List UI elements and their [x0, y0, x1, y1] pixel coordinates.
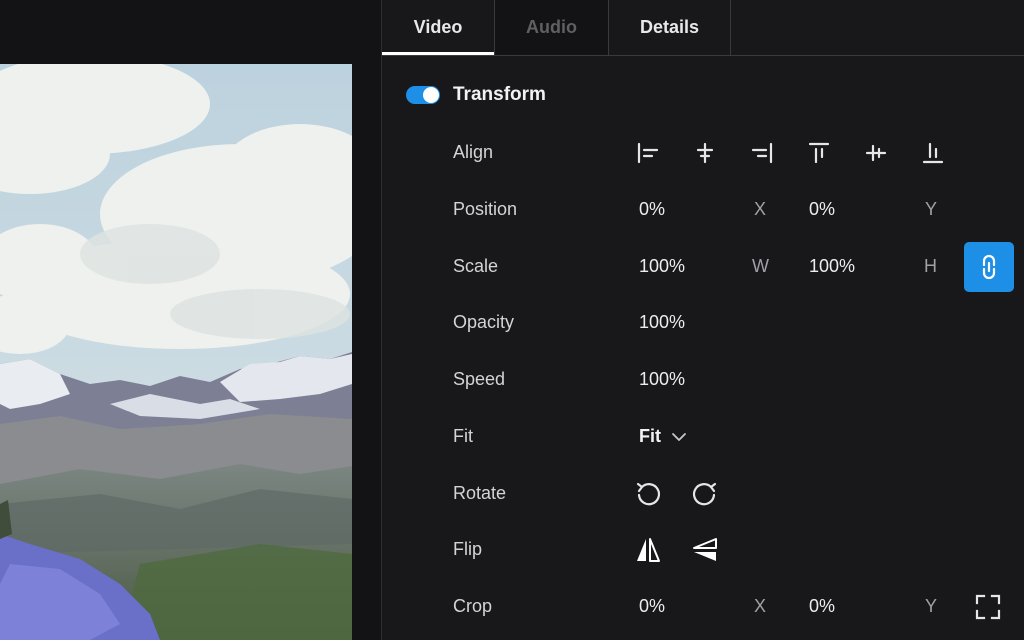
tab-details[interactable]: Details: [609, 0, 731, 55]
rotate-left-icon[interactable]: [633, 479, 663, 509]
tab-audio[interactable]: Audio: [495, 0, 609, 55]
speed-label: Speed: [453, 369, 506, 389]
scale-height-axis-label: H: [924, 256, 937, 276]
opacity-row: Opacity 100%: [453, 308, 1013, 338]
tabs-underline: [382, 55, 1024, 56]
crop-x-input[interactable]: 0%: [639, 596, 665, 617]
section-title: Transform: [453, 84, 546, 105]
video-preview-area: [0, 0, 382, 640]
panel-tabs: Video Audio Details: [382, 0, 731, 55]
align-label: Align: [453, 142, 494, 162]
scale-width-input[interactable]: 100%: [639, 256, 685, 277]
link-icon[interactable]: [964, 242, 1014, 292]
align-top-icon[interactable]: [804, 138, 834, 168]
position-x-axis-label: X: [754, 199, 767, 219]
chevron-down-icon: [672, 432, 686, 441]
video-frame-image: [0, 64, 352, 640]
crop-label: Crop: [453, 596, 493, 616]
crop-y-axis-label: Y: [925, 596, 938, 616]
position-x-input[interactable]: 0%: [639, 199, 665, 220]
fit-row: Fit Fit: [453, 422, 1013, 452]
align-center-horizontal-icon[interactable]: [690, 138, 720, 168]
align-right-icon[interactable]: [747, 138, 777, 168]
opacity-label: Opacity: [453, 312, 515, 332]
align-middle-vertical-icon[interactable]: [861, 138, 891, 168]
tab-video[interactable]: Video: [382, 0, 495, 55]
crop-row: Crop 0% X 0% Y: [453, 592, 1013, 622]
position-label: Position: [453, 199, 518, 219]
properties-panel: Video Audio Details Transform Align Posi…: [382, 0, 1024, 640]
flip-vertical-icon[interactable]: [690, 535, 720, 565]
toggle-knob: [423, 87, 439, 103]
rotate-right-icon[interactable]: [690, 479, 720, 509]
flip-row: Flip: [453, 535, 1013, 565]
position-row: Position 0% X 0% Y: [453, 195, 1013, 225]
flip-label: Flip: [453, 539, 483, 559]
fit-selected-value: Fit: [639, 426, 661, 446]
crop-x-axis-label: X: [754, 596, 767, 616]
crop-y-input[interactable]: 0%: [809, 596, 835, 617]
align-left-icon[interactable]: [633, 138, 663, 168]
flip-horizontal-icon[interactable]: [633, 535, 663, 565]
speed-input[interactable]: 100%: [639, 369, 685, 390]
fit-dropdown[interactable]: Fit: [639, 426, 687, 447]
rotate-label: Rotate: [453, 483, 507, 503]
speed-row: Speed 100%: [453, 365, 1013, 395]
align-bottom-icon[interactable]: [918, 138, 948, 168]
scale-width-axis-label: W: [752, 256, 769, 276]
fit-label: Fit: [453, 426, 473, 446]
scale-label: Scale: [453, 256, 499, 276]
opacity-input[interactable]: 100%: [639, 312, 685, 333]
transform-toggle[interactable]: [406, 86, 440, 104]
transform-section-header: Transform: [406, 84, 546, 106]
crop-frame-icon[interactable]: [973, 592, 1003, 622]
scale-height-input[interactable]: 100%: [809, 256, 855, 277]
align-row: Align: [453, 138, 1013, 168]
scale-row: Scale 100% W 100% H: [453, 242, 1014, 292]
video-preview-frame[interactable]: [0, 64, 352, 640]
position-y-axis-label: Y: [925, 199, 938, 219]
position-y-input[interactable]: 0%: [809, 199, 835, 220]
rotate-row: Rotate: [453, 479, 1013, 509]
